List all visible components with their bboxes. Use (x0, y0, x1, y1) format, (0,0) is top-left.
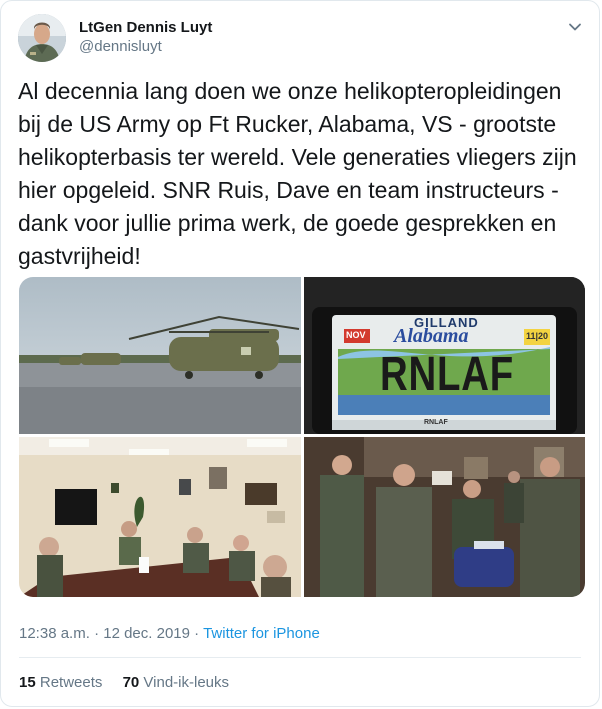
avatar-portrait (18, 14, 66, 62)
photo-license-plate[interactable]: GILLAND NOV 11|20 Alabama RNLAF RNLAF (304, 277, 585, 434)
plate-year-month: 11 (526, 331, 536, 341)
tweet-source-link[interactable]: Twitter for iPhone (203, 625, 320, 642)
plate-state: Alabama (394, 325, 469, 347)
tweet-time[interactable]: 12:38 a.m. (19, 625, 90, 642)
retweets-count: 15 (19, 674, 36, 691)
meta-separator-2: · (194, 625, 200, 642)
plate-year-year: 20 (538, 331, 549, 341)
tweet-card: LtGen Dennis Luyt @dennisluyt Al decenni… (0, 0, 600, 707)
meta-separator: · (94, 625, 100, 642)
chevron-down-icon[interactable] (566, 18, 584, 36)
plate-month-sticker: NOV (346, 330, 366, 340)
likes-label: Vind-ik-leuks (143, 674, 230, 691)
plate-number: RNLAF (379, 348, 515, 401)
avatar[interactable] (18, 14, 66, 62)
photo-meeting-room[interactable] (19, 437, 301, 597)
tweet-stats: 15 Retweets 70 Vind-ik-leuks (19, 674, 229, 691)
divider (19, 657, 581, 658)
tweet-header: LtGen Dennis Luyt @dennisluyt (18, 14, 584, 64)
plate-frame-bottom: RNLAF (424, 419, 448, 426)
plate-year-sticker: 11|20 (526, 331, 549, 341)
display-name[interactable]: LtGen Dennis Luyt (79, 18, 212, 37)
user-handle[interactable]: @dennisluyt (79, 37, 212, 57)
author-names: LtGen Dennis Luyt @dennisluyt (79, 18, 212, 57)
likes-stat[interactable]: 70 Vind-ik-leuks (123, 674, 229, 691)
retweets-label: Retweets (39, 674, 103, 691)
likes-count: 70 (122, 674, 140, 691)
tweet-meta: 12:38 a.m. · 12 dec. 2019 · Twitter for … (19, 625, 320, 642)
photo-helicopters[interactable] (19, 277, 301, 434)
media-grid: GILLAND NOV 11|20 Alabama RNLAF RNLAF (19, 277, 585, 597)
tweet-date[interactable]: 12 dec. 2019 (103, 625, 190, 642)
photo-reception[interactable] (304, 437, 585, 597)
retweets-stat[interactable]: 15 Retweets (19, 674, 102, 691)
tweet-text: Al decennia lang doen we onze helikopter… (18, 78, 577, 269)
